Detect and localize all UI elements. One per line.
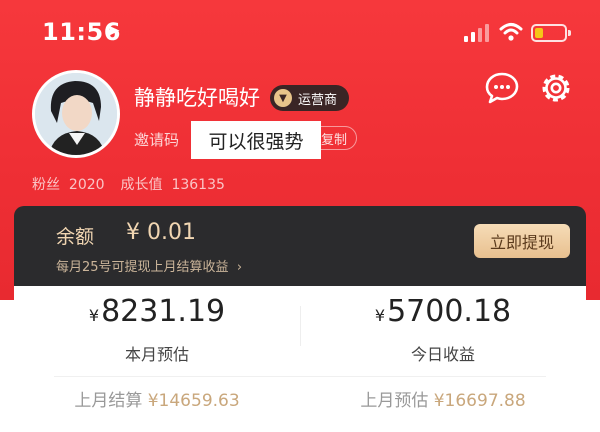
role-badge-label: 运营商 xyxy=(298,92,338,108)
badge-mark-icon: ▼ xyxy=(274,89,292,107)
today-income-label: 今日收益 xyxy=(410,345,475,364)
profile-stats: 粉丝 2020 成长值 136135 xyxy=(32,174,225,194)
balance-label: 余额 xyxy=(56,226,95,248)
growth-label: 成长值 xyxy=(120,177,163,193)
today-income-value-row: ¥5700.18 xyxy=(300,294,586,329)
nickname: 静静吃好喝好 xyxy=(134,86,260,110)
last-month-settled[interactable]: 上月结算 ¥14659.63 xyxy=(14,386,300,411)
growth-value: 136135 xyxy=(171,177,225,193)
last-month-settled-label: 上月结算 xyxy=(74,391,143,411)
message-icon[interactable] xyxy=(484,70,520,106)
fans-value: 2020 xyxy=(68,177,105,193)
invite-code-label: 邀请码 xyxy=(134,131,180,149)
withdraw-note-text: 每月25号可提现上月结算收益 xyxy=(56,260,229,275)
battery-icon xyxy=(531,24,571,42)
fans-stat[interactable]: 粉丝 2020 xyxy=(32,174,105,194)
chevron-right-icon: › xyxy=(232,260,243,275)
month-estimate-value-row: ¥8231.19 xyxy=(14,294,300,329)
location-arrow-icon: ➤ xyxy=(106,21,121,41)
month-estimate-value: 8231.19 xyxy=(101,294,226,329)
invite-code-overlay: 可以很强势 xyxy=(191,121,321,159)
withdraw-button[interactable]: 立即提现 xyxy=(474,224,570,258)
wifi-icon xyxy=(499,23,523,41)
earnings-panel: ¥8231.19 本月预估 ¥5700.18 今日收益 上月结算 ¥14659.… xyxy=(14,286,586,432)
today-income-stat[interactable]: ¥5700.18 今日收益 xyxy=(300,286,586,366)
withdraw-note[interactable]: 每月25号可提现上月结算收益 › xyxy=(56,256,242,275)
role-badge[interactable]: ▼ 运营商 xyxy=(270,85,350,111)
balance-value: ¥ 0.01 xyxy=(126,220,196,245)
last-month-estimate-value: ¥16697.88 xyxy=(433,391,526,411)
last-month-settled-value: ¥14659.63 xyxy=(147,391,240,411)
status-bar: 11:56 ➤ xyxy=(0,0,600,66)
month-estimate-label: 本月预估 xyxy=(124,345,189,364)
month-estimate-stat[interactable]: ¥8231.19 本月预估 xyxy=(14,286,300,366)
signal-icon xyxy=(464,24,492,42)
fans-label: 粉丝 xyxy=(32,177,60,193)
growth-stat[interactable]: 成长值 136135 xyxy=(121,174,225,194)
gear-icon[interactable] xyxy=(538,70,574,106)
avatar[interactable] xyxy=(32,70,120,158)
last-month-estimate-label: 上月预估 xyxy=(360,391,429,411)
currency-symbol: ¥ xyxy=(88,306,100,325)
divider xyxy=(54,376,546,377)
balance-card: 余额 ¥ 0.01 每月25号可提现上月结算收益 › 立即提现 xyxy=(14,206,586,286)
avatar-image xyxy=(35,73,117,155)
today-income-value: 5700.18 xyxy=(387,294,512,329)
currency-symbol: ¥ xyxy=(374,306,386,325)
copy-button-label: 复制 xyxy=(320,132,347,148)
last-month-estimate[interactable]: 上月预估 ¥16697.88 xyxy=(300,386,586,411)
